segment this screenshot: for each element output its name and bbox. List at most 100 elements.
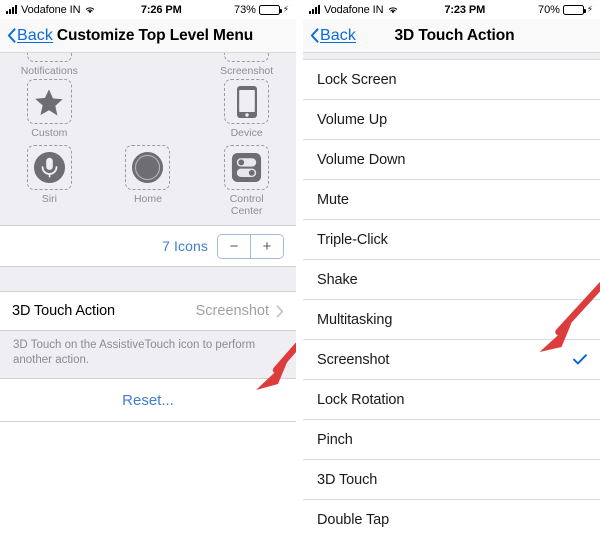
- section-gap: [0, 267, 296, 291]
- siri-microphone-icon: [33, 151, 65, 184]
- list-item[interactable]: Pinch: [303, 420, 600, 459]
- list-item-label: Double Tap: [317, 511, 390, 528]
- right-nav-bar: Back 3D Touch Action: [303, 19, 600, 53]
- list-item-label: Lock Rotation: [317, 391, 405, 408]
- battery-percent-label: 73%: [234, 3, 256, 16]
- list-item[interactable]: Lock Screen: [303, 60, 600, 99]
- notifications-icon: [33, 53, 65, 56]
- list-item-label: Screenshot: [317, 351, 390, 368]
- back-button[interactable]: Back: [0, 27, 53, 45]
- list-item-label: Mute: [317, 191, 349, 208]
- list-item[interactable]: Shake: [303, 260, 600, 299]
- control-center-tile: [224, 145, 270, 190]
- list-item[interactable]: Volume Up: [303, 100, 600, 139]
- right-status-right: 70% ⚡: [538, 4, 593, 16]
- clock-label: 7:26 PM: [140, 3, 182, 16]
- list-item[interactable]: Double Tap: [303, 500, 600, 534]
- right-status-bar: Vodafone IN 7:23 PM 70% ⚡: [303, 0, 600, 19]
- left-status-left: Vodafone IN: [6, 4, 96, 16]
- list-item-label: Shake: [317, 271, 358, 288]
- lightning-bolt-icon: ⚡: [282, 4, 289, 14]
- device-tile: [224, 79, 270, 124]
- cellular-signal-icon: [309, 5, 320, 14]
- grid-item-label: Control Center: [229, 193, 264, 217]
- list-item-selected[interactable]: Screenshot: [303, 340, 600, 379]
- 3d-touch-action-label: 3D Touch Action: [12, 303, 116, 319]
- list-item-label: Volume Down: [317, 151, 406, 168]
- grid-item-label: Custom: [31, 127, 68, 139]
- divider: [0, 421, 296, 422]
- list-item[interactable]: Mute: [303, 180, 600, 219]
- grid-item-device[interactable]: Device: [197, 79, 296, 139]
- 3d-touch-action-row[interactable]: 3D Touch Action Screenshot: [0, 292, 296, 330]
- grid-item-empty-2: [99, 79, 198, 139]
- siri-tile: [26, 145, 72, 190]
- decrement-button[interactable]: −: [218, 234, 251, 258]
- 3d-touch-footnote: 3D Touch on the AssistiveTouch icon to p…: [0, 331, 296, 378]
- list-item-label: Triple-Click: [317, 231, 388, 248]
- right-phone-screen: Vodafone IN 7:23 PM 70% ⚡ Back 3D Touch …: [303, 0, 600, 534]
- checkmark-icon: [573, 354, 587, 365]
- list-item-label: 3D Touch: [317, 471, 378, 488]
- list-item-label: Volume Up: [317, 111, 388, 128]
- increment-button[interactable]: +: [251, 234, 283, 258]
- carrier-label: Vodafone IN: [21, 3, 81, 16]
- device-icon: [236, 85, 257, 118]
- dual-screenshot-container: Vodafone IN 7:26 PM 73% ⚡ Back Customize…: [0, 0, 600, 534]
- list-item[interactable]: 3D Touch: [303, 460, 600, 499]
- reset-button[interactable]: Reset...: [0, 379, 296, 421]
- grid-item-label: Home: [133, 193, 162, 205]
- battery-icon: [258, 4, 282, 15]
- grid-item-siri[interactable]: Siri: [0, 145, 99, 217]
- battery-icon: [562, 4, 586, 15]
- grid-item-control-center[interactable]: Control Center: [197, 145, 296, 217]
- back-button[interactable]: Back: [303, 27, 356, 45]
- grid-item-notifications[interactable]: Notifications: [0, 53, 99, 77]
- list-item[interactable]: Volume Down: [303, 140, 600, 179]
- back-button-label: Back: [17, 26, 53, 44]
- list-item-label: Pinch: [317, 431, 353, 448]
- icon-count-stepper-row: 7 Icons − +: [0, 226, 296, 266]
- notifications-tile: [26, 53, 72, 62]
- 3d-touch-action-value: Screenshot: [195, 303, 269, 319]
- star-icon: [35, 88, 64, 115]
- grid-item-custom[interactable]: Custom: [0, 79, 99, 139]
- control-center-icon: [232, 152, 262, 183]
- grid-item-label: Device: [230, 127, 263, 139]
- list-item-label: Multitasking: [317, 311, 393, 328]
- back-button-label: Back: [320, 26, 356, 44]
- left-nav-bar: Back Customize Top Level Menu: [0, 19, 296, 53]
- home-button-icon: [132, 151, 164, 184]
- left-phone-screen: Vodafone IN 7:26 PM 73% ⚡ Back Customize…: [0, 0, 296, 534]
- list-item[interactable]: Triple-Click: [303, 220, 600, 259]
- grid-item-screenshot[interactable]: Screenshot: [197, 53, 296, 77]
- list-item[interactable]: Multitasking: [303, 300, 600, 339]
- icon-grid-section: Notifications Screenshot Custom Device S…: [0, 53, 296, 225]
- grid-item-home[interactable]: Home: [99, 145, 198, 217]
- icon-grid: Notifications Screenshot Custom Device S…: [0, 53, 296, 217]
- grid-item-label: Notifications: [20, 65, 78, 77]
- left-status-bar: Vodafone IN 7:26 PM 73% ⚡: [0, 0, 296, 19]
- screenshot-tile: [224, 53, 270, 62]
- cellular-signal-icon: [6, 5, 17, 14]
- screen-separator: [296, 0, 303, 534]
- list-item-label: Lock Screen: [317, 71, 397, 88]
- quantity-stepper[interactable]: − +: [217, 233, 284, 259]
- left-status-right: 73% ⚡: [234, 4, 289, 16]
- chevron-left-icon: [7, 28, 16, 43]
- 3d-touch-action-value-group: Screenshot: [196, 303, 284, 319]
- list-item[interactable]: Lock Rotation: [303, 380, 600, 419]
- grid-item-empty-1: [99, 53, 198, 77]
- custom-tile: [26, 79, 72, 124]
- chevron-right-icon: [276, 304, 284, 318]
- chevron-left-icon: [310, 28, 319, 43]
- carrier-label: Vodafone IN: [324, 3, 384, 16]
- grid-item-label: Screenshot: [220, 65, 274, 77]
- battery-percent-label: 70%: [538, 3, 560, 16]
- right-status-left: Vodafone IN: [309, 4, 399, 16]
- screenshot-icon: [231, 53, 263, 56]
- reset-button-label: Reset...: [122, 391, 174, 409]
- grid-item-label: Siri: [41, 193, 57, 205]
- home-tile: [125, 145, 171, 190]
- icon-count-label: 7 Icons: [162, 238, 208, 254]
